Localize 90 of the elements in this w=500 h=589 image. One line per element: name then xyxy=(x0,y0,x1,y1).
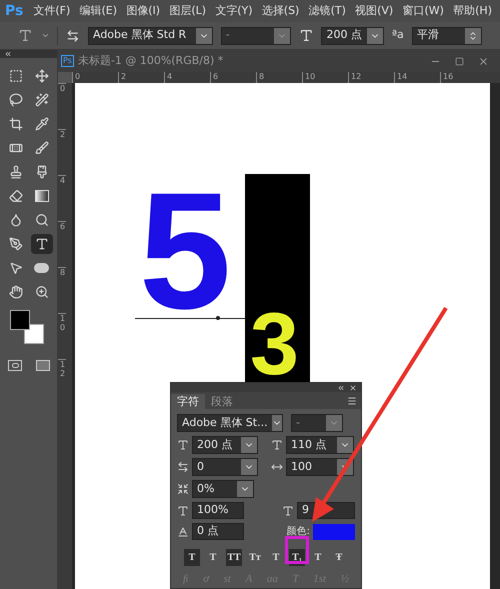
panel-tab[interactable]: 段落 xyxy=(205,394,239,409)
ruler-label: 0 xyxy=(58,83,66,129)
collapse-icon[interactable] xyxy=(337,384,345,392)
hand-icon xyxy=(9,285,23,299)
collapse-icon[interactable] xyxy=(4,50,12,58)
eraser-icon xyxy=(9,189,23,203)
document-title: 未标题-1 @ 100%(RGB/8) * xyxy=(78,52,224,69)
color-swatch[interactable] xyxy=(313,524,355,540)
tsume-select[interactable]: 0% xyxy=(192,480,254,498)
ruler-label: 4 xyxy=(58,175,66,221)
menu-item[interactable]: 图层(L) xyxy=(169,2,206,20)
menu-item[interactable]: 选择(S) xyxy=(262,2,300,20)
tracking-select[interactable]: 100 xyxy=(286,458,354,476)
brush-icon xyxy=(34,141,48,155)
crop-icon xyxy=(9,117,23,131)
magnifier-icon xyxy=(34,213,48,227)
font-style-select[interactable]: - xyxy=(291,414,343,432)
text-orientation-icon[interactable] xyxy=(66,28,80,42)
text-style-button[interactable]: Tт xyxy=(247,549,263,566)
font-family-select[interactable]: Adobe 黑体 Std R xyxy=(88,26,213,44)
text-style-button[interactable]: T xyxy=(205,549,221,566)
leading-icon xyxy=(271,439,283,451)
antialias-select[interactable]: 平滑 xyxy=(412,26,482,44)
font-size-select[interactable]: 200 点 xyxy=(192,436,258,454)
zoom-icon xyxy=(34,285,48,299)
ruler-label: 10 xyxy=(58,313,66,359)
text-style-button[interactable]: Ŧ xyxy=(331,549,347,566)
font-size-icon xyxy=(298,28,314,43)
menu-item[interactable]: 文字(Y) xyxy=(215,2,253,20)
shrink-icon xyxy=(177,483,189,495)
document-logo: Ps xyxy=(61,55,74,67)
leading-select[interactable]: 110 点 xyxy=(286,436,354,454)
text-style-button[interactable]: T xyxy=(184,549,200,566)
paintbrush-icon xyxy=(34,165,48,179)
ruler-label: 6 xyxy=(58,221,66,267)
text-style-button[interactable]: TT xyxy=(226,549,242,566)
foreground-color-swatch[interactable] xyxy=(10,310,30,330)
menu-item[interactable]: 编辑(E) xyxy=(80,2,118,20)
ruler-label: 8 xyxy=(58,267,66,313)
panel-menu-icon[interactable] xyxy=(347,396,357,406)
vertical-scale-icon xyxy=(177,504,189,516)
text-style-button[interactable]: T xyxy=(268,549,284,566)
panel-tab[interactable]: 字符 xyxy=(171,394,205,409)
maximize-icon[interactable] xyxy=(455,56,464,66)
pointer-icon xyxy=(9,261,23,275)
quick-mask-icon[interactable] xyxy=(8,360,22,371)
close-icon[interactable] xyxy=(349,384,357,392)
gradient-icon xyxy=(34,190,48,202)
horizontal-scale-icon xyxy=(282,504,294,516)
type-tool[interactable] xyxy=(30,234,52,254)
menu-item[interactable]: 文件(F) xyxy=(33,2,70,20)
menu-item[interactable]: 视图(V) xyxy=(355,2,394,20)
eyedropper-icon xyxy=(34,117,48,131)
screen-mode-icon[interactable] xyxy=(36,360,50,371)
font-family-select[interactable]: Adobe 黑体 St... xyxy=(177,414,283,432)
type-icon[interactable] xyxy=(18,28,33,43)
font-size-select[interactable]: 200 点 xyxy=(321,26,384,44)
pen-icon xyxy=(9,237,23,251)
ruler-label: 12 xyxy=(58,359,66,405)
ruler-label: 2 xyxy=(58,129,66,175)
canvas-text: 3 xyxy=(250,300,299,388)
kerning-select[interactable]: 0 xyxy=(192,458,258,476)
lasso-icon xyxy=(9,93,23,107)
canvas-text: 5 xyxy=(139,190,232,314)
antialias-label: ªa xyxy=(392,27,404,44)
background-color-swatch[interactable] xyxy=(24,324,44,344)
baseline-icon xyxy=(177,526,189,538)
move-icon xyxy=(34,69,48,83)
horizontal-arrows-icon xyxy=(177,461,189,473)
caret-icon[interactable] xyxy=(40,31,50,40)
baseline-shift-field[interactable]: 0 点 xyxy=(192,523,244,540)
highlight-box xyxy=(285,536,309,564)
app-logo: Ps xyxy=(5,2,24,20)
caret-icon xyxy=(468,30,478,40)
menu-item[interactable]: 帮助(H) xyxy=(453,2,492,20)
menu-item[interactable]: 滤镜(T) xyxy=(308,2,346,20)
dashed-square-icon xyxy=(9,69,23,83)
vertical-scale-field[interactable]: 100% xyxy=(192,502,244,519)
font-style-select[interactable]: - xyxy=(220,26,291,44)
stamp-icon xyxy=(9,165,23,179)
close-icon[interactable] xyxy=(478,56,489,66)
bandage-icon xyxy=(9,141,23,155)
menu-item[interactable]: 图像(I) xyxy=(126,2,160,20)
menu-item[interactable]: 窗口(W) xyxy=(402,2,444,20)
droplet-icon xyxy=(9,213,23,227)
text-style-button[interactable]: T xyxy=(310,549,326,566)
font-size-icon xyxy=(177,439,189,451)
magic-wand-icon xyxy=(34,93,48,107)
color-label: 颜色: xyxy=(286,524,310,539)
type-icon xyxy=(34,237,48,251)
